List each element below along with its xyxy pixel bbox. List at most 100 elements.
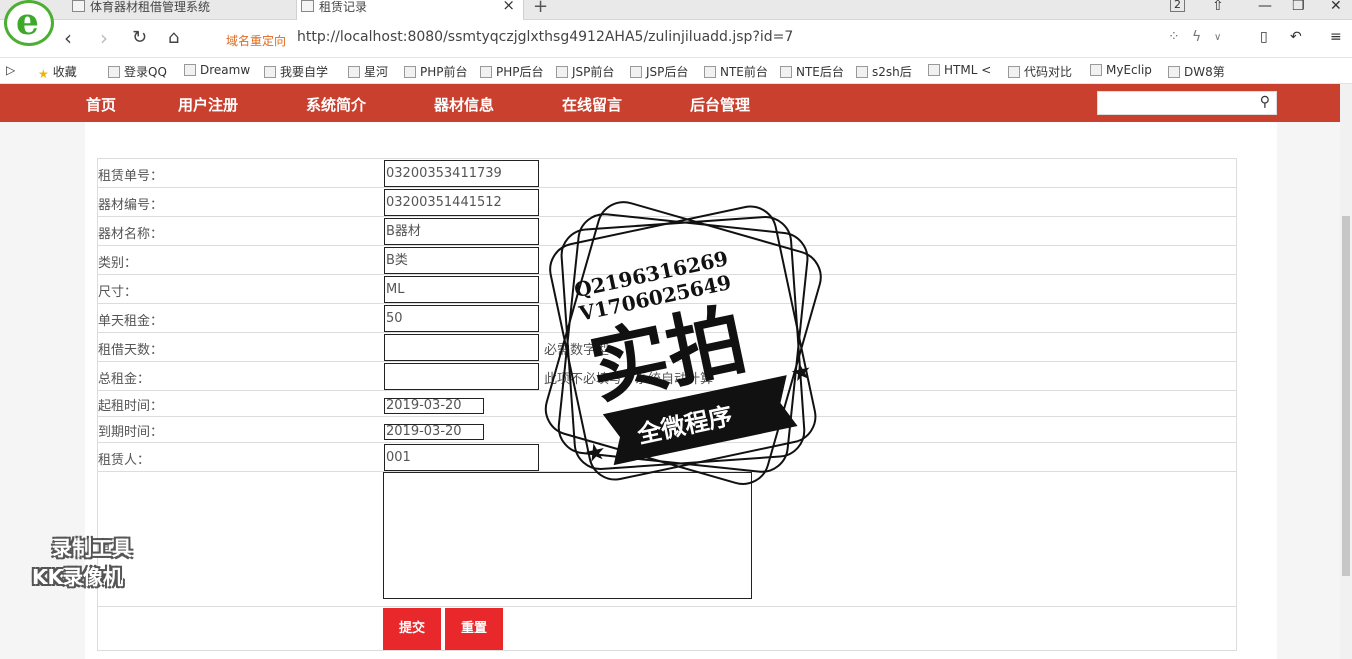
field-label: 器材编号： xyxy=(98,198,164,213)
bookmark-favicon-icon xyxy=(856,66,868,78)
page-icon xyxy=(556,66,568,78)
field-label: 租赁人： xyxy=(98,453,151,468)
page-icon xyxy=(780,66,792,78)
tablet-icon[interactable]: ▯ xyxy=(1260,29,1268,45)
lightning-icon[interactable]: ϟ xyxy=(1192,29,1201,45)
bookmark-item[interactable]: 我要自学 xyxy=(264,63,328,80)
search-icon[interactable]: ⚲ xyxy=(1260,94,1270,110)
photo-stamp-overlay: Q2196316269 V1706025649 实拍 全微程序 ★ ★ xyxy=(544,201,822,485)
home-icon[interactable]: ⌂ xyxy=(168,27,179,48)
field-label: 单天租金： xyxy=(98,314,164,329)
expand-bookmarks-icon[interactable]: ▷ xyxy=(6,63,15,77)
bookmark-favicon-icon xyxy=(1008,66,1020,78)
page-scrollbar[interactable] xyxy=(1340,84,1352,659)
window-close-icon[interactable]: ✕ xyxy=(1330,0,1342,14)
size-input[interactable]: ML xyxy=(384,276,539,303)
restore-icon[interactable]: ❐ xyxy=(1292,0,1305,14)
page-icon xyxy=(404,66,416,78)
equipment-number-input[interactable]: 03200351441512 xyxy=(384,189,539,216)
rental-number-input[interactable]: 03200353411739 xyxy=(384,160,539,187)
reset-button[interactable]: 重置 xyxy=(445,608,503,650)
undo-icon[interactable]: ↶ xyxy=(1290,29,1302,45)
page-favicon-icon xyxy=(301,0,314,12)
grid-icon[interactable]: ⁘ xyxy=(1168,29,1180,45)
page-icon xyxy=(480,66,492,78)
nav-about[interactable]: 系统简介 xyxy=(306,94,366,115)
scrollbar-thumb[interactable] xyxy=(1342,216,1350,576)
bookmark-item[interactable]: HTML < xyxy=(928,63,991,77)
star-icon: ★ xyxy=(788,356,815,388)
minimize-icon[interactable]: — xyxy=(1258,0,1272,14)
bookmark-item[interactable]: JSP前台 xyxy=(556,63,614,80)
bookmark-item[interactable]: PHP后台 xyxy=(480,63,544,80)
star-icon: ★ xyxy=(582,437,609,469)
category-input[interactable]: B类 xyxy=(384,247,539,274)
nav-equipment[interactable]: 器材信息 xyxy=(434,94,494,115)
nav-register[interactable]: 用户注册 xyxy=(178,94,238,115)
bookmark-favicon-icon xyxy=(108,66,120,78)
reload-icon[interactable]: ↻ xyxy=(132,27,147,48)
field-label: 到期时间： xyxy=(98,425,164,440)
watermark-line2: KK录像机 xyxy=(32,565,123,589)
url-input[interactable]: http://localhost:8080/ssmtyqczjglxthsg49… xyxy=(297,29,793,45)
equipment-name-input[interactable]: B器材 xyxy=(384,218,539,245)
bookmark-item[interactable]: s2sh后 xyxy=(856,63,912,80)
bookmark-item[interactable]: 登录QQ xyxy=(108,63,167,80)
tab-rental-record[interactable]: 租赁记录 × xyxy=(296,0,524,20)
close-icon[interactable]: × xyxy=(502,0,515,13)
bookmark-favicon-icon xyxy=(184,64,196,76)
bookmark-item[interactable]: JSP后台 xyxy=(630,63,688,80)
tab-sports-system[interactable]: 体育器材租借管理系统 xyxy=(68,0,294,20)
browser-logo-icon: e xyxy=(4,0,54,46)
paw-icon xyxy=(1168,66,1180,78)
tab-label: 租赁记录 xyxy=(319,0,368,14)
recorder-watermark: 录制工具 KK录像机 xyxy=(32,532,172,594)
field-label: 尺寸： xyxy=(98,285,138,300)
bookmark-favicon-icon xyxy=(264,66,276,78)
bookmark-item[interactable]: PHP前台 xyxy=(404,63,468,80)
bookmark-item[interactable]: NTE后台 xyxy=(780,63,844,80)
field-label: 租赁单号： xyxy=(98,169,164,184)
forward-icon[interactable]: › xyxy=(100,26,108,50)
redirect-label[interactable]: 域名重定向 xyxy=(226,32,286,49)
bookmark-item[interactable]: MyEclip xyxy=(1090,63,1152,77)
field-label: 起租时间： xyxy=(98,399,164,414)
shirt-icon[interactable]: ⇧ xyxy=(1212,0,1224,14)
field-label: 租借天数： xyxy=(98,343,164,358)
site-navigation: 首页 用户注册 系统简介 器材信息 在线留言 后台管理 ⚲ xyxy=(0,84,1340,122)
watermark-line1: 录制工具 xyxy=(52,536,132,560)
start-date-input[interactable]: 2019-03-20 xyxy=(384,398,484,414)
daily-rent-input[interactable]: 50 xyxy=(384,305,539,332)
rental-days-input[interactable] xyxy=(384,334,539,361)
bookmark-item[interactable]: 代码对比 xyxy=(1008,63,1072,80)
bookmark-item[interactable]: DW8第 xyxy=(1168,63,1225,80)
bookmark-favicon-icon xyxy=(1090,64,1102,76)
page-icon xyxy=(348,66,360,78)
tab-count-badge[interactable]: 2 xyxy=(1170,0,1185,12)
page-favicon-icon xyxy=(72,0,85,12)
nav-home[interactable]: 首页 xyxy=(86,94,116,115)
back-icon[interactable]: ‹ xyxy=(64,26,72,50)
bookmark-favicon-icon xyxy=(928,64,940,76)
site-search-input[interactable]: ⚲ xyxy=(1097,91,1277,115)
nav-admin[interactable]: 后台管理 xyxy=(690,94,750,115)
new-tab-icon[interactable]: + xyxy=(533,0,548,17)
submit-button[interactable]: 提交 xyxy=(383,608,441,650)
nav-messages[interactable]: 在线留言 xyxy=(562,94,622,115)
end-date-input[interactable]: 2019-03-20 xyxy=(384,424,484,440)
total-rent-input[interactable] xyxy=(384,363,539,390)
bookmark-item[interactable]: Dreamw xyxy=(184,63,250,77)
tab-label: 体育器材租借管理系统 xyxy=(90,0,211,14)
form-row xyxy=(97,606,1237,651)
bookmarks-bar: ▷ ★ 收藏 登录QQ Dreamw 我要自学 星河 PHP前台 PHP后台 JS… xyxy=(0,58,1352,84)
menu-icon[interactable]: ≡ xyxy=(1330,29,1342,45)
bookmark-item[interactable]: ★ 收藏 xyxy=(38,63,77,81)
address-bar: ‹ › ↻ ⌂ 域名重定向 http://localhost:8080/ssmt… xyxy=(0,20,1352,58)
field-label: 器材名称： xyxy=(98,227,164,242)
renter-input[interactable]: 001 xyxy=(384,444,539,471)
chevron-down-icon[interactable]: ∨ xyxy=(1214,32,1221,43)
bookmark-item[interactable]: 星河 xyxy=(348,63,388,80)
page-icon xyxy=(630,66,642,78)
field-label: 总租金： xyxy=(98,372,151,387)
bookmark-item[interactable]: NTE前台 xyxy=(704,63,768,80)
